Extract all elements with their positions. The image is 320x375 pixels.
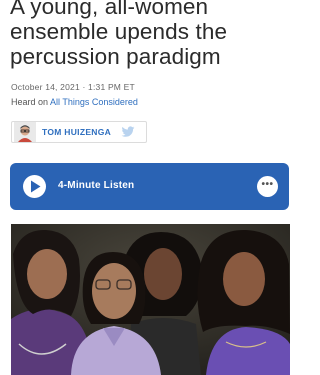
headline: A young, all-women ensemble upends the p… (10, 0, 228, 69)
more-icon: ••• (261, 179, 274, 190)
article-photo-image (11, 224, 290, 375)
byline-card[interactable]: TOM HUIZENGA (11, 121, 147, 143)
play-button[interactable] (23, 175, 46, 198)
dateline: October 14, 2021 · 1:31 PM ET (11, 82, 135, 92)
listen-label[interactable]: 4-Minute Listen (58, 180, 134, 191)
more-button[interactable]: ••• (257, 176, 278, 197)
twitter-icon[interactable] (121, 126, 135, 138)
play-icon (31, 180, 41, 193)
author-avatar-icon (14, 122, 36, 142)
article-photo (11, 224, 290, 375)
program-link[interactable]: All Things Considered (50, 97, 138, 107)
audio-player[interactable]: 4-Minute Listen ••• (10, 163, 289, 210)
heard-on-prefix: Heard on (11, 97, 51, 107)
heard-on: Heard on All Things Considered (11, 97, 138, 107)
author-name[interactable]: TOM HUIZENGA (42, 127, 111, 137)
